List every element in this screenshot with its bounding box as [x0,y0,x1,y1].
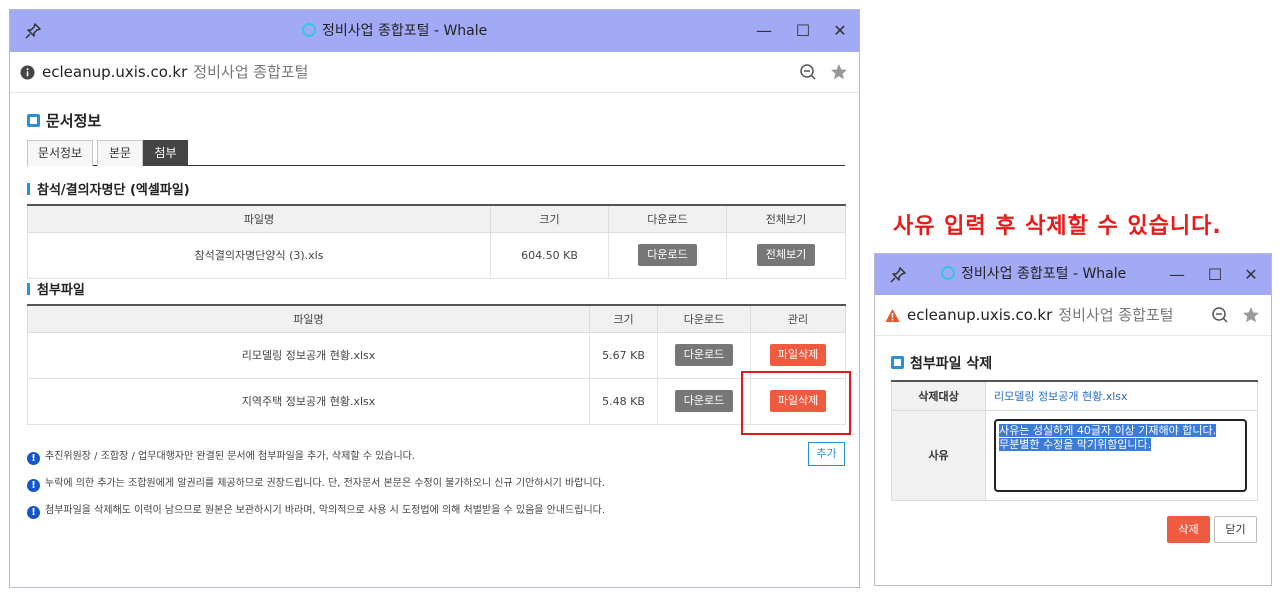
column-header: 관리 [750,304,846,333]
notice-icon: ! [27,479,40,492]
attachment-table: 파일명 크기 다운로드 관리 리모델링 정보공개 현황.xlsx 5.67 KB… [27,304,846,425]
title-bar: 정비사업 종합포털 - Whale — ☐ ✕ [875,254,1271,295]
section-bar [27,283,30,295]
zoom-out-icon[interactable] [1211,306,1229,324]
minimize-button[interactable]: — [746,10,782,52]
table-row: 리모델링 정보공개 현황.xlsx 5.67 KB 다운로드 파일삭제 [27,331,846,379]
tab-bar: 문서정보 본문 첨부 [27,140,845,166]
reason-text: 무분별한 수정을 막기위함입니다. [999,437,1152,451]
download-button[interactable]: 다운로드 [674,390,734,412]
delete-popup-window: 정비사업 종합포털 - Whale — ☐ ✕ ecleanup.uxis.co… [874,253,1272,586]
form-row: 삭제대상 리모델링 정보공개 현황.xlsx [891,380,1258,411]
whale-logo-icon [302,23,316,37]
maximize-button[interactable]: ☐ [785,10,821,52]
reason-textarea[interactable]: 사유는 성실하게 40글자 이상 기재해야 합니다. 무분별한 수정을 막기위함… [994,418,1247,492]
whale-logo-icon [941,266,955,280]
column-header: 다운로드 [657,304,751,333]
window-title: 정비사업 종합포털 - Whale [302,10,487,52]
warning-icon[interactable] [885,308,900,323]
title-bar: 정비사업 종합포털 - Whale — ☐ ✕ [10,10,859,52]
delete-button[interactable]: 삭제 [1167,516,1210,543]
download-cell: 다운로드 [657,331,751,379]
close-button[interactable]: ✕ [1233,254,1269,296]
main-window: 정비사업 종합포털 - Whale — ☐ ✕ ecleanup.uxis.co… [9,9,860,588]
zoom-out-icon[interactable] [799,63,817,81]
file-size: 5.67 KB [589,331,658,379]
notice-line: ! 추진위원장 / 조합장 / 업무대행자만 완결된 문서에 첨부파일을 추가, … [27,447,415,465]
download-button[interactable]: 다운로드 [674,344,734,366]
info-icon[interactable] [20,65,35,80]
target-file-value: 리모델링 정보공개 현황.xlsx [985,380,1258,411]
column-header: 파일명 [27,304,590,333]
add-file-button[interactable]: 추가 [808,442,845,466]
window-title: 정비사업 종합포털 - Whale [941,254,1126,295]
address-url: ecleanup.uxis.co.kr 정비사업 종합포털 [42,63,309,81]
address-bar[interactable]: ecleanup.uxis.co.kr 정비사업 종합포털 [875,295,1271,336]
download-button[interactable]: 다운로드 [638,244,697,266]
close-dialog-button[interactable]: 닫기 [1214,516,1257,543]
highlight-box [741,371,851,435]
address-bar[interactable]: ecleanup.uxis.co.kr 정비사업 종합포털 [10,52,859,93]
page-title: 문서정보 [27,110,101,131]
file-size: 5.48 KB [589,377,658,425]
view-cell: 전체보기 [726,231,846,279]
tab-document-info[interactable]: 문서정보 [27,140,93,166]
file-name: 참석결의자명단양식 (3).xls [27,231,491,279]
table-header-row: 파일명 크기 다운로드 관리 [27,304,846,333]
download-cell: 다운로드 [608,231,727,279]
attendance-table: 파일명 크기 다운로드 전체보기 참석결의자명단양식 (3).xls 604.5… [27,204,846,279]
attendance-section-title: 참석/결의자명단 (엑셀파일) [27,179,190,198]
delete-form-table: 삭제대상 리모델링 정보공개 현황.xlsx 사유 사유는 성실하게 40글자 … [891,380,1258,501]
column-header: 파일명 [27,204,491,233]
instruction-headline: 사유 입력 후 삭제할 수 있습니다. [893,214,1222,239]
notice-line: ! 누락에 의한 추가는 조합원에게 알권리를 제공하므로 권장드립니다. 단, … [27,474,605,492]
file-name: 지역주택 정보공개 현황.xlsx [27,377,590,425]
section-square-icon [891,356,904,369]
download-cell: 다운로드 [657,377,751,425]
maximize-button[interactable]: ☐ [1197,254,1233,296]
column-header: 크기 [490,204,609,233]
file-name: 리모델링 정보공개 현황.xlsx [27,331,590,379]
section-bar [27,183,30,195]
tab-body[interactable]: 본문 [97,140,143,166]
form-row: 사유 사유는 성실하게 40글자 이상 기재해야 합니다. 무분별한 수정을 막… [891,409,1258,501]
column-header: 다운로드 [608,204,727,233]
bookmark-star-icon[interactable] [1242,306,1260,324]
table-row: 참석결의자명단양식 (3).xls 604.50 KB 다운로드 전체보기 [27,231,846,279]
reason-cell: 사유는 성실하게 40글자 이상 기재해야 합니다. 무분별한 수정을 막기위함… [985,409,1258,501]
table-row: 지역주택 정보공개 현황.xlsx 5.48 KB 다운로드 파일삭제 [27,377,846,425]
attachment-section-title: 첨부파일 [27,279,85,298]
view-all-button[interactable]: 전체보기 [756,244,816,266]
table-header-row: 파일명 크기 다운로드 전체보기 [27,204,846,233]
target-label: 삭제대상 [891,380,986,411]
file-size: 604.50 KB [490,231,609,279]
section-square-icon [27,114,40,127]
notice-icon: ! [27,506,40,519]
minimize-button[interactable]: — [1159,254,1195,296]
column-header: 전체보기 [726,204,846,233]
pin-icon[interactable] [24,22,42,40]
reason-label: 사유 [891,409,986,501]
address-url: ecleanup.uxis.co.kr 정비사업 종합포털 [907,306,1174,324]
notice-line: ! 첨부파일을 삭제해도 이력이 남으므로 원본은 보관하시기 바라며, 악의적으… [27,501,605,519]
tab-attachment[interactable]: 첨부 [143,140,188,166]
reason-text: 사유는 성실하게 40글자 이상 기재해야 합니다. [999,423,1217,437]
close-button[interactable]: ✕ [822,10,858,52]
pin-icon[interactable] [889,266,907,284]
notice-icon: ! [27,452,40,465]
delete-file-button[interactable]: 파일삭제 [769,344,827,366]
popup-title: 첨부파일 삭제 [891,353,992,373]
bookmark-star-icon[interactable] [830,63,848,81]
column-header: 크기 [589,304,658,333]
